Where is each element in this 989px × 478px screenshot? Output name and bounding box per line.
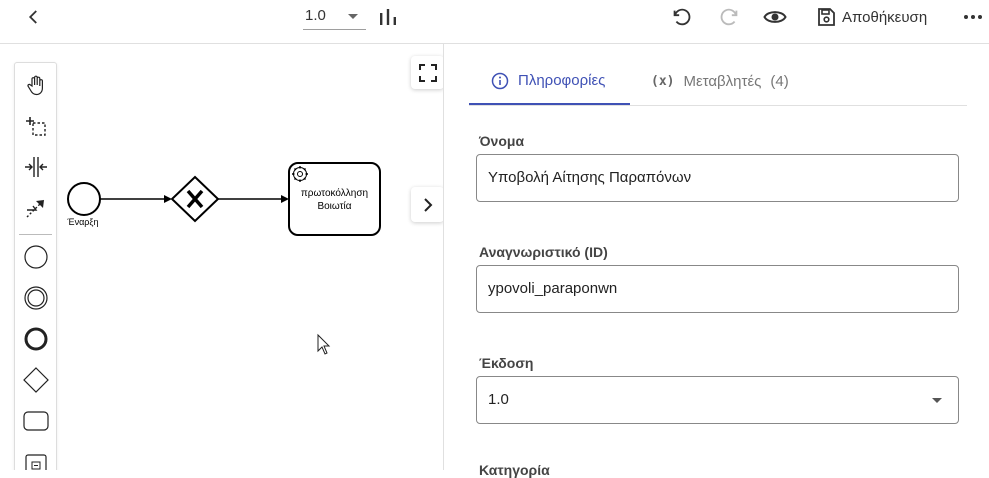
version-select-value: 1.0 — [305, 7, 326, 24]
eye-icon[interactable] — [762, 4, 788, 30]
name-label: Όνομα — [479, 133, 525, 149]
fullscreen-button[interactable] — [411, 56, 443, 89]
info-icon — [491, 72, 509, 89]
category-label: Κατηγορία — [479, 462, 550, 478]
diagram-canvas[interactable]: πρωτοκόλληση Βοιωτία Έναρξη — [0, 44, 444, 470]
chevron-down-icon — [932, 398, 942, 403]
back-arrow-icon[interactable] — [22, 5, 46, 29]
tab-variables-label: Μεταβλητές — [683, 73, 762, 90]
mouse-cursor-icon — [317, 333, 331, 355]
version-field[interactable]: 1.0 — [476, 376, 959, 424]
top-toolbar: 1.0 Αποθήκευση — [0, 0, 989, 44]
fullscreen-icon — [418, 63, 437, 82]
undo-icon[interactable] — [668, 4, 694, 30]
version-field-value: 1.0 — [488, 391, 509, 408]
task-label-line2: Βοιωτία — [317, 200, 351, 212]
redo-icon[interactable] — [717, 4, 743, 30]
save-icon — [818, 8, 835, 26]
chevron-right-icon — [423, 197, 432, 212]
tab-info-label: Πληροφορίες — [518, 72, 606, 89]
name-field[interactable]: Υποβολή Αίτησης Παραπόνων — [476, 154, 959, 202]
collapse-panel-button[interactable] — [411, 187, 443, 222]
properties-panel: Πληροφορίες (x) Μεταβλητές (4) Όνομα Υπο… — [444, 44, 989, 478]
panel-tabs: Πληροφορίες (x) Μεταβλητές (4) — [469, 58, 967, 106]
start-event[interactable] — [67, 182, 101, 216]
id-label: Αναγνωριστικό (ID) — [479, 244, 608, 260]
variable-icon: (x) — [651, 74, 675, 89]
version-label: Έκδοση — [479, 355, 534, 371]
save-button[interactable]: Αποθήκευση — [816, 4, 927, 30]
task-label-line1: πρωτοκόλληση — [301, 187, 368, 199]
chevron-down-icon — [348, 14, 358, 19]
id-field-value: ypovoli_paraponwn — [488, 280, 618, 297]
tab-variables[interactable]: (x) Μεταβλητές (4) — [651, 58, 789, 105]
version-select[interactable]: 1.0 — [303, 4, 366, 30]
tab-info[interactable]: Πληροφορίες — [469, 58, 630, 105]
more-options-icon[interactable] — [960, 4, 986, 30]
start-event-label: Έναρξη — [67, 217, 99, 227]
save-button-label: Αποθήκευση — [842, 8, 928, 26]
bpmn-diagram: πρωτοκόλληση Βοιωτία Έναρξη — [67, 162, 381, 355]
id-field[interactable]: ypovoli_paraponwn — [476, 265, 959, 313]
name-field-value: Υποβολή Αίτησης Παραπόνων — [488, 169, 692, 186]
arrowhead-icon — [281, 195, 289, 203]
bar-chart-icon[interactable] — [376, 5, 400, 29]
tab-variables-count: (4) — [770, 73, 789, 90]
